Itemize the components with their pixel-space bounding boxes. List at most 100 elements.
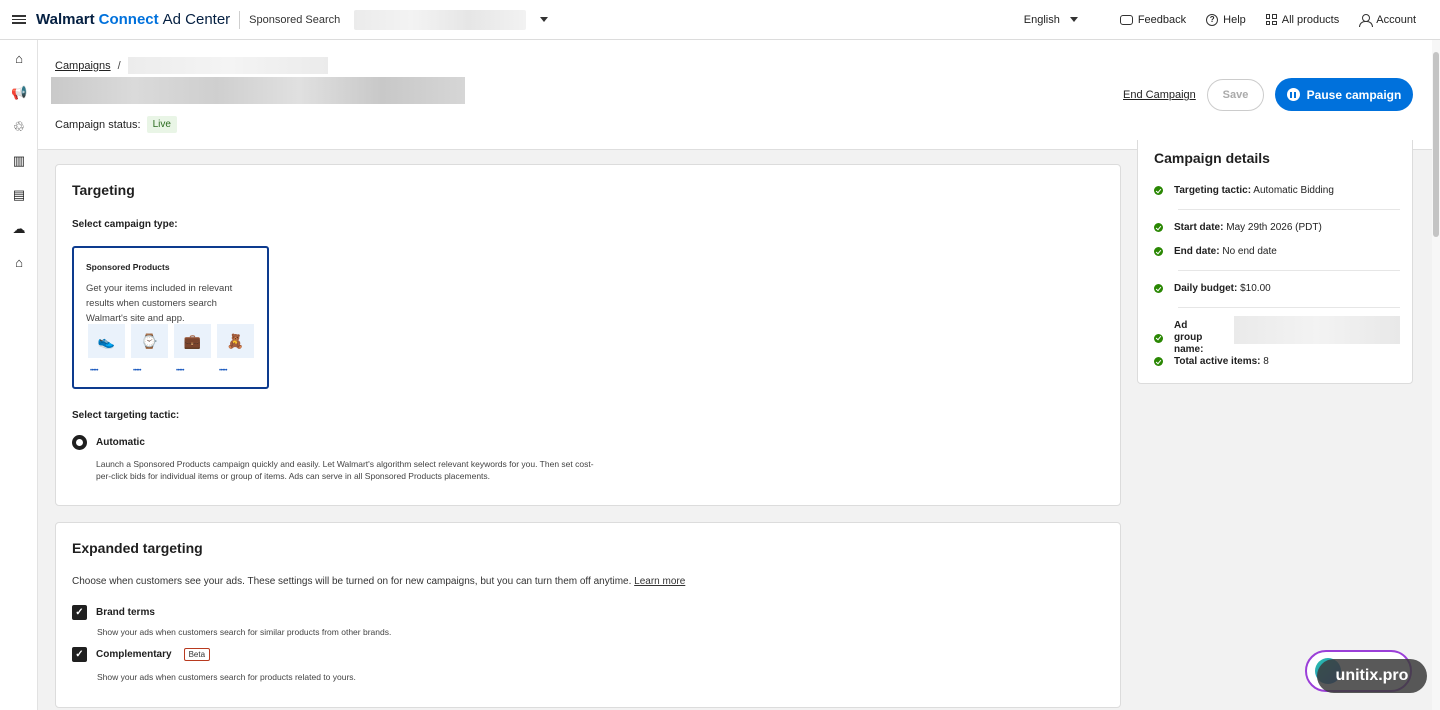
status-label: Campaign status: (55, 118, 141, 131)
radio-selected[interactable] (72, 435, 87, 450)
campaign-status: Campaign status: Live (55, 116, 177, 133)
all-products-button[interactable]: All products (1265, 13, 1340, 26)
end-campaign-link[interactable]: End Campaign (1123, 89, 1196, 101)
automatic-description: Launch a Sponsored Products campaign qui… (96, 459, 594, 481)
detail-label: Daily budget: (1174, 283, 1238, 294)
divider (1178, 307, 1400, 308)
upload-cloud-icon[interactable]: ☁ (11, 221, 27, 237)
campaign-details-title: Campaign details (1154, 150, 1270, 166)
detail-value: May 29th 2026 (PDT) (1226, 222, 1322, 233)
tile-thumbnails: 👟 ••••• ⌚ ••••• 💼 ••••• 🧸 ••••• (88, 324, 254, 374)
bar-chart-icon[interactable]: ▥ (11, 153, 27, 169)
watch-icon: ⌚ ••••• (131, 324, 168, 374)
feedback-icon (1119, 14, 1133, 25)
pause-campaign-button[interactable]: Pause campaign (1275, 78, 1413, 111)
page-scrollbar[interactable] (1432, 40, 1440, 710)
save-button[interactable]: Save (1207, 79, 1264, 111)
breadcrumb-separator: / (117, 59, 121, 72)
detail-row: End date: No end date (1154, 246, 1277, 257)
expanded-description-text: Choose when customers see your ads. Thes… (72, 576, 632, 587)
chevron-down-icon[interactable] (1069, 17, 1078, 22)
user-icon (1359, 13, 1374, 27)
chevron-down-icon[interactable] (540, 17, 549, 22)
brand-logo[interactable]: Walmart Connect Ad Center (36, 11, 230, 28)
targeting-card: Targeting Select campaign type: Sponsore… (55, 164, 1121, 506)
breadcrumb-campaigns[interactable]: Campaigns (55, 60, 111, 72)
automatic-radio-option[interactable]: Automatic (72, 435, 145, 450)
status-badge: Live (146, 116, 177, 133)
watermark: unitix.pro (1317, 659, 1427, 693)
scrollbar-thumb[interactable] (1433, 52, 1439, 237)
breadcrumb-campaign-redacted (127, 57, 328, 74)
detail-row: Targeting tactic: Automatic Bidding (1154, 185, 1334, 196)
ad-group-name-redacted (1234, 316, 1400, 344)
top-bar: Walmart Connect Ad Center Sponsored Sear… (0, 0, 1440, 40)
page-title-redacted (51, 77, 465, 104)
ticket-icon[interactable]: ▤ (11, 187, 27, 203)
brand-terms-label: Brand terms (96, 607, 155, 618)
account-button[interactable]: Account (1359, 13, 1416, 27)
tile-description: Get your items included in relevant resu… (86, 283, 233, 324)
detail-value: $10.00 (1240, 283, 1271, 294)
recycle-icon[interactable]: ♲ (11, 119, 27, 135)
brand-terms-checkbox-row[interactable]: ✓ Brand terms (72, 605, 155, 620)
beta-badge: Beta (183, 648, 211, 661)
brand-ad-center: Ad Center (162, 11, 231, 28)
store-icon[interactable]: ⌂ (11, 255, 27, 271)
left-nav-rail: ⌂ 📢 ♲ ▥ ▤ ☁ ⌂ (0, 40, 38, 710)
detail-value: No end date (1222, 246, 1277, 257)
account-label: Account (1376, 13, 1416, 26)
expanded-targeting-card: Expanded targeting Choose when customers… (55, 522, 1121, 708)
pause-icon (1286, 88, 1300, 101)
campaign-header: Campaigns / Campaign status: Live End Ca… (38, 40, 1432, 150)
check-circle-icon (1154, 223, 1163, 232)
help-button[interactable]: ? Help (1206, 13, 1246, 26)
advertiser-select[interactable] (354, 9, 527, 30)
briefcase-icon: 💼 ••••• (174, 324, 211, 374)
check-circle-icon (1154, 247, 1163, 256)
rating-stars: ••••• (219, 368, 228, 374)
shoe-icon: 👟 ••••• (88, 324, 125, 374)
expanded-description: Choose when customers see your ads. Thes… (72, 576, 685, 587)
detail-label: Start date: (1174, 222, 1224, 233)
rating-stars: ••••• (176, 368, 185, 374)
grid-icon (1265, 14, 1277, 25)
complementary-checkbox-row[interactable]: ✓ Complementary Beta (72, 647, 211, 662)
home-icon[interactable]: ⌂ (11, 51, 27, 67)
select-targeting-tactic-label: Select targeting tactic: (72, 410, 180, 421)
feedback-label: Feedback (1137, 13, 1187, 26)
detail-row: Ad group name: (1154, 320, 1214, 356)
rating-stars: ••••• (90, 368, 99, 374)
brand-connect: Connect (98, 11, 159, 28)
megaphone-icon[interactable]: 📢 (11, 85, 27, 101)
help-icon: ? (1206, 13, 1219, 26)
breadcrumb: Campaigns / (55, 57, 328, 74)
sponsored-products-tile[interactable]: Sponsored Products Get your items includ… (72, 246, 269, 389)
detail-row: Start date: May 29th 2026 (PDT) (1154, 222, 1322, 233)
check-circle-icon (1154, 357, 1163, 366)
expanded-targeting-title: Expanded targeting (72, 540, 203, 556)
learn-more-link[interactable]: Learn more (634, 576, 685, 587)
feedback-button[interactable]: Feedback (1119, 13, 1187, 26)
menu-icon[interactable] (12, 15, 26, 24)
rating-stars: ••••• (133, 368, 142, 374)
detail-value: Automatic Bidding (1253, 185, 1334, 196)
pause-campaign-label: Pause campaign (1306, 87, 1402, 102)
all-products-label: All products (1281, 13, 1340, 26)
detail-label: Ad group name: (1174, 320, 1204, 355)
divider (1178, 270, 1400, 271)
tile-title: Sponsored Products (86, 262, 170, 272)
help-label: Help (1223, 13, 1246, 26)
select-campaign-type-label: Select campaign type: (72, 219, 178, 230)
checkbox-checked[interactable]: ✓ (72, 605, 87, 620)
detail-label: Targeting tactic: (1174, 185, 1252, 196)
detail-value: 8 (1263, 356, 1269, 367)
complementary-description: Show your ads when customers search for … (97, 672, 356, 682)
check-circle-icon (1154, 284, 1163, 293)
automatic-label: Automatic (96, 437, 145, 448)
checkbox-checked[interactable]: ✓ (72, 647, 87, 662)
language-select[interactable]: English (1024, 14, 1060, 26)
product-name: Sponsored Search (249, 13, 341, 26)
detail-label: Total active items: (1174, 356, 1261, 367)
divider (1178, 209, 1400, 210)
